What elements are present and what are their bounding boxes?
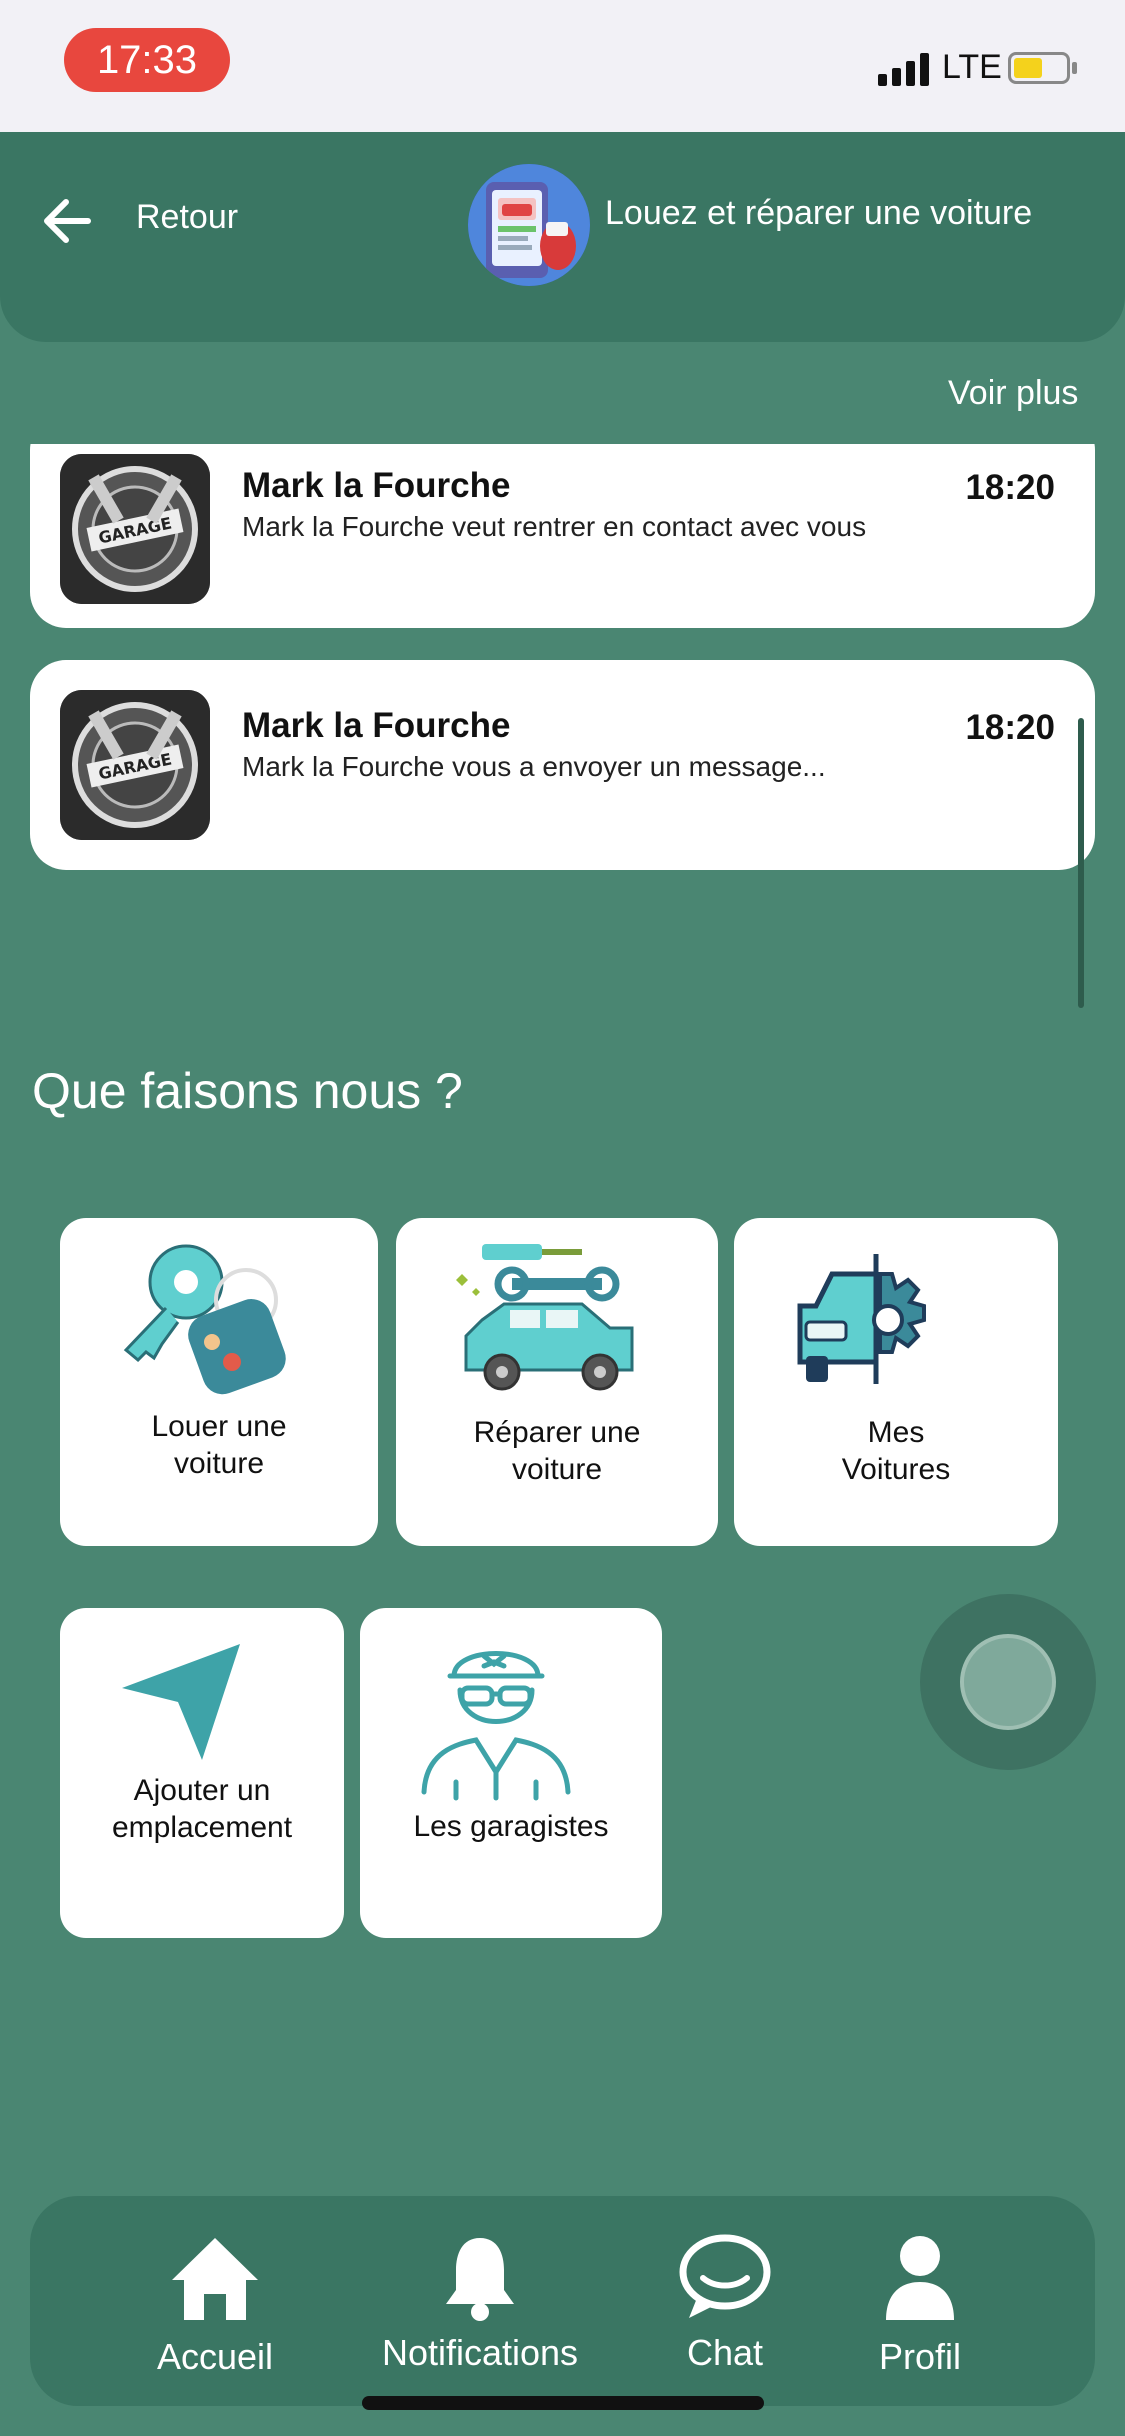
tile-label: Mes Voitures <box>841 1416 951 1486</box>
profile-icon <box>886 2236 954 2320</box>
tile-label: Réparer une voiture <box>473 1416 641 1486</box>
bell-icon <box>446 2238 514 2321</box>
see-more-link[interactable]: Voir plus <box>948 374 1078 413</box>
bottom-nav: Accueil Notifications Chat Profil <box>30 2196 1095 2406</box>
mechanics-tile[interactable]: Les garagistes <box>360 1608 662 1938</box>
location-arrow-icon <box>122 1644 240 1760</box>
notification-time: 18:20 <box>965 468 1055 507</box>
nav-label: Profil <box>878 2336 962 2377</box>
battery-tip <box>1072 62 1077 74</box>
notification-card[interactable]: GARAGE Mark la Fourche Mark la Fourche v… <box>30 444 1095 628</box>
back-arrow-icon[interactable] <box>38 192 96 250</box>
car-key-icon <box>123 1244 286 1395</box>
notification-card[interactable]: GARAGE Mark la Fourche Mark la Fourche v… <box>30 660 1095 870</box>
notification-scrollbar[interactable] <box>1078 718 1084 1008</box>
signal-icon <box>878 52 934 86</box>
notification-sender: Mark la Fourche <box>242 466 511 505</box>
nav-label: Chat <box>686 2332 764 2373</box>
status-bar: 17:33 LTE <box>0 0 1125 132</box>
app-logo <box>468 164 590 286</box>
nav-notifications[interactable]: Notifications <box>340 2196 620 2406</box>
chat-icon <box>679 2234 771 2318</box>
tile-label: Louer une voiture <box>151 1410 287 1480</box>
rent-car-tile[interactable]: Louer une voiture <box>60 1218 378 1546</box>
garage-avatar: GARAGE <box>60 690 210 840</box>
battery-icon <box>1008 52 1070 84</box>
add-location-tile[interactable]: Ajouter un emplacement <box>60 1608 344 1938</box>
home-indicator[interactable] <box>362 2396 764 2410</box>
mechanic-icon <box>421 1651 571 1801</box>
app-title: Louez et réparer une voiture <box>605 194 1033 232</box>
notification-time: 18:20 <box>965 708 1055 747</box>
floating-action-button[interactable] <box>920 1594 1096 1770</box>
home-icon <box>172 2238 258 2320</box>
app-header: Retour Louez et réparer une voiture <box>0 132 1125 342</box>
network-type: LTE <box>942 48 1002 86</box>
nav-label: Notifications <box>381 2332 579 2373</box>
car-repair-icon <box>456 1244 634 1391</box>
tile-label: Ajouter un emplacement <box>111 1774 293 1844</box>
back-button[interactable]: Retour <box>136 198 238 237</box>
status-time: 17:33 <box>64 28 230 92</box>
notification-message: Mark la Fourche veut rentrer en contact … <box>242 511 867 542</box>
nav-home[interactable]: Accueil <box>90 2196 340 2406</box>
nav-label: Accueil <box>156 2336 274 2377</box>
car-gear-icon <box>797 1254 926 1384</box>
notification-message: Mark la Fourche vous a envoyer un messag… <box>242 751 826 782</box>
nav-profile[interactable]: Profil <box>830 2196 1010 2406</box>
notification-sender: Mark la Fourche <box>242 706 511 745</box>
tile-label: Les garagistes <box>413 1810 609 1843</box>
garage-avatar: GARAGE <box>60 454 210 604</box>
services-title: Que faisons nous ? <box>32 1063 463 1119</box>
repair-car-tile[interactable]: Réparer une voiture <box>396 1218 718 1546</box>
notification-list: GARAGE Mark la Fourche Mark la Fourche v… <box>30 444 1095 1004</box>
nav-chat[interactable]: Chat <box>630 2196 820 2406</box>
my-cars-tile[interactable]: Mes Voitures <box>734 1218 1058 1546</box>
